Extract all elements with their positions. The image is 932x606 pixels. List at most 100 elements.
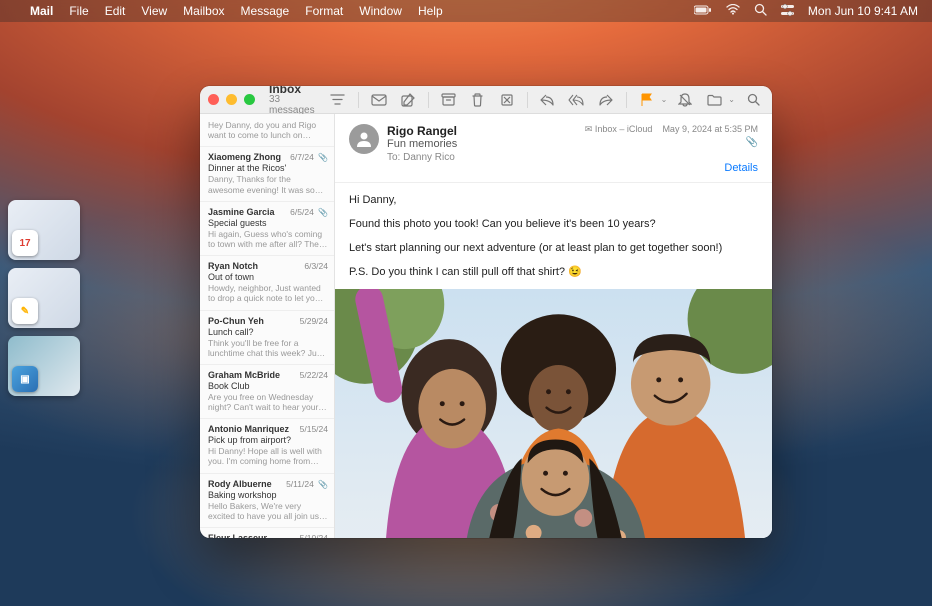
list-item[interactable]: Po-Chun Yeh 5/29/24Lunch call?Think you'l… <box>200 311 334 365</box>
mailbox-name: Inbox – iCloud <box>595 124 653 134</box>
list-preview: Hey Danny, do you and Rigo want to come … <box>208 120 328 140</box>
list-item[interactable]: Rody Albuerne 5/11/24 📎Baking workshopHel… <box>200 474 334 528</box>
compose-button[interactable] <box>397 90 419 110</box>
list-subject: Special guests <box>208 218 328 228</box>
message-body: Hi Danny, Found this photo you took! Can… <box>335 183 772 289</box>
list-date: 5/15/24 <box>300 424 328 434</box>
filter-button[interactable] <box>327 90 349 110</box>
list-sender: Antonio Manriquez <box>208 424 289 434</box>
reply-button[interactable] <box>537 90 559 110</box>
window-close-button[interactable] <box>208 94 219 105</box>
list-sender: Fleur Lasseur <box>208 533 267 538</box>
stage-thumb-notes[interactable]: ✎ <box>8 268 80 328</box>
list-item[interactable]: Xiaomeng Zhong6/7/24 📎Dinner at the Rico… <box>200 147 334 201</box>
flag-menu-chevron-icon[interactable]: ⌄ <box>661 95 668 104</box>
to-name: Danny Rico <box>403 152 455 163</box>
list-date: 5/29/24 <box>300 316 328 326</box>
toolbar: ⌄ ⌄ <box>327 90 764 110</box>
list-preview: Danny, Thanks for the awesome evening! I… <box>208 174 328 194</box>
list-sender: Graham McBride <box>208 370 280 380</box>
list-item[interactable]: Antonio Manriquez 5/15/24Pick up from air… <box>200 419 334 473</box>
list-date: 6/7/24 📎 <box>290 152 328 162</box>
list-item[interactable]: Fleur Lasseur5/10/24Soccer jerseysAre yo… <box>200 528 334 538</box>
list-preview: Hello Bakers, We're very excited to have… <box>208 501 328 521</box>
new-message-button[interactable] <box>368 90 390 110</box>
list-date: 6/5/24 📎 <box>290 207 328 217</box>
spotlight-icon[interactable] <box>754 3 767 19</box>
menu-view[interactable]: View <box>141 4 167 18</box>
menu-file[interactable]: File <box>69 4 88 18</box>
list-date: 5/22/24 <box>300 370 328 380</box>
menu-help[interactable]: Help <box>418 4 443 18</box>
list-date: 5/11/24 📎 <box>286 479 328 489</box>
trash-button[interactable] <box>467 90 489 110</box>
archive-button[interactable] <box>438 90 460 110</box>
calendar-icon: 17 <box>12 230 38 256</box>
titlebar: Inbox 33 messages ⌄ ⌄ <box>200 86 772 114</box>
message-attachment-photo <box>335 289 772 538</box>
menu-message[interactable]: Message <box>241 4 290 18</box>
list-subject: Book Club <box>208 381 328 391</box>
list-subject: Baking workshop <box>208 490 328 500</box>
avatar <box>349 124 379 154</box>
list-preview: Hi again, Guess who's coming to town wit… <box>208 229 328 249</box>
to-label: To: <box>387 152 400 163</box>
photos-icon: ▣ <box>12 366 38 392</box>
list-sender: Xiaomeng Zhong <box>208 152 281 162</box>
details-link[interactable]: Details <box>585 162 758 174</box>
list-preview: Think you'll be free for a lunchtime cha… <box>208 338 328 358</box>
list-item[interactable]: Graham McBride 5/22/24Book ClubAre you fr… <box>200 365 334 419</box>
message-header: Rigo Rangel Fun memories To: Danny Rico … <box>335 114 772 183</box>
control-center-icon[interactable] <box>781 4 794 19</box>
mailbox-badge: ✉︎ Inbox – iCloud <box>585 124 655 134</box>
paperclip-icon: 📎 <box>316 208 328 217</box>
mail-window: Inbox 33 messages ⌄ ⌄ Hey Danny, <box>200 86 772 538</box>
message-list[interactable]: Hey Danny, do you and Rigo want to come … <box>200 114 335 538</box>
list-sender: Ryan Notch <box>208 261 258 271</box>
menubar: Mail File Edit View Mailbox Message Form… <box>0 0 932 22</box>
list-subject: Pick up from airport? <box>208 435 328 445</box>
flag-button[interactable] <box>636 90 658 110</box>
menu-mailbox[interactable]: Mailbox <box>183 4 224 18</box>
list-preview: Are you free on Wednesday night? Can't w… <box>208 392 328 412</box>
window-minimize-button[interactable] <box>226 94 237 105</box>
list-preview: Howdy, neighbor, Just wanted to drop a q… <box>208 283 328 303</box>
search-button[interactable] <box>742 90 764 110</box>
menu-edit[interactable]: Edit <box>105 4 126 18</box>
body-line: Found this photo you took! Can you belie… <box>349 217 758 233</box>
menu-window[interactable]: Window <box>359 4 402 18</box>
list-sender: Po-Chun Yeh <box>208 316 264 326</box>
move-menu-chevron-icon[interactable]: ⌄ <box>728 95 735 104</box>
paperclip-icon: 📎 <box>316 153 328 162</box>
from-name: Rigo Rangel <box>387 124 577 138</box>
list-item[interactable]: Ryan Notch6/3/24Out of townHowdy, neighb… <box>200 256 334 310</box>
body-line: P.S. Do you think I can still pull off t… <box>349 265 758 281</box>
stage-thumb-photos[interactable]: ▣ <box>8 336 80 396</box>
list-date: 5/10/24 <box>300 533 328 538</box>
list-preview: Hi Danny! Hope all is well with you. I'm… <box>208 446 328 466</box>
list-item[interactable]: Jasmine Garcia6/5/24 📎Special guestsHi a… <box>200 202 334 256</box>
stage-thumb-calendar[interactable]: 17 <box>8 200 80 260</box>
list-subject: Lunch call? <box>208 327 328 337</box>
menu-format[interactable]: Format <box>305 4 343 18</box>
notes-icon: ✎ <box>12 298 38 324</box>
list-item[interactable]: Hey Danny, do you and Rigo want to come … <box>200 114 334 147</box>
battery-icon[interactable] <box>694 4 712 18</box>
window-zoom-button[interactable] <box>244 94 255 105</box>
junk-button[interactable] <box>496 90 518 110</box>
app-menu[interactable]: Mail <box>30 4 53 18</box>
list-date: 6/3/24 <box>304 261 328 271</box>
mute-button[interactable] <box>674 90 696 110</box>
paperclip-icon: 📎 <box>316 480 328 489</box>
wifi-icon[interactable] <box>726 4 740 18</box>
attachment-icon: 📎 <box>585 137 758 148</box>
message-subject: Fun memories <box>387 138 577 150</box>
message-pane: Rigo Rangel Fun memories To: Danny Rico … <box>335 114 772 538</box>
move-button[interactable] <box>703 90 725 110</box>
stage-manager-strip: 17 ✎ ▣ <box>8 200 80 396</box>
menubar-clock[interactable]: Mon Jun 10 9:41 AM <box>808 4 918 18</box>
list-sender: Rody Albuerne <box>208 479 272 489</box>
reply-all-button[interactable] <box>566 90 588 110</box>
forward-button[interactable] <box>595 90 617 110</box>
mailbox-icon: ✉︎ <box>585 124 593 134</box>
